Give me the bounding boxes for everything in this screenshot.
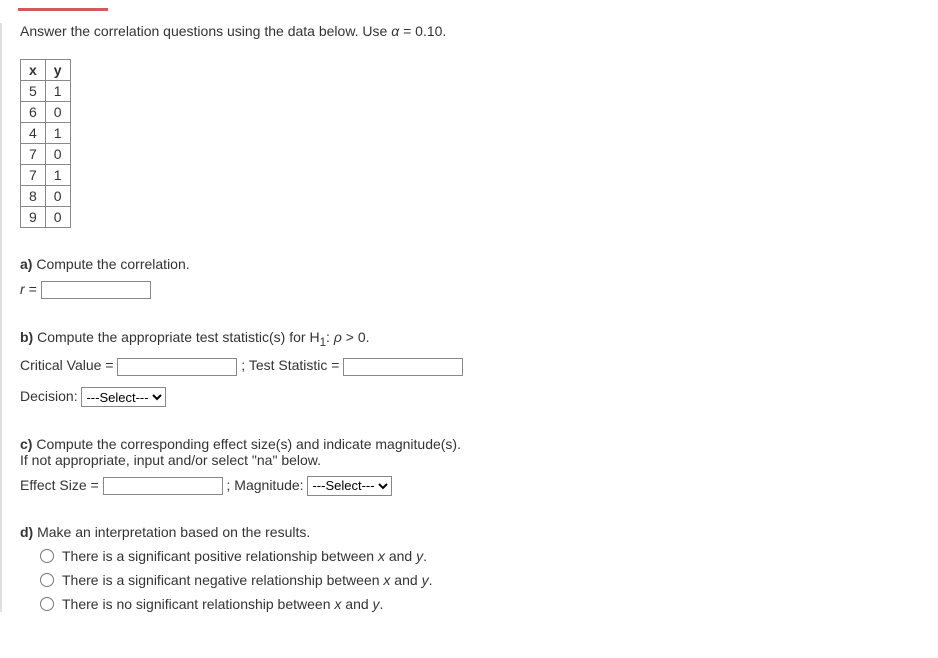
cell-x: 6 <box>21 102 46 123</box>
opt3-pre: There is no significant relationship bet… <box>62 596 334 612</box>
effect-size-label: Effect Size = <box>20 477 103 493</box>
data-table: x y 51 60 41 70 71 80 90 <box>20 59 71 228</box>
opt1-suf: . <box>423 548 427 564</box>
question-intro: Answer the correlation questions using t… <box>20 23 938 39</box>
cell-y: 0 <box>45 102 70 123</box>
opt2-mid: and <box>390 572 421 588</box>
opt2-pre: There is a significant negative relation… <box>62 572 383 588</box>
table-row: 71 <box>21 165 71 186</box>
radio-label-2: There is a significant negative relation… <box>62 572 432 588</box>
opt3-y: y <box>373 596 380 612</box>
radio-input-3[interactable] <box>40 597 54 611</box>
section-c-text: Compute the corresponding effect size(s)… <box>32 436 461 452</box>
cell-y: 1 <box>45 123 70 144</box>
section-b-text-suffix: > 0. <box>342 329 370 345</box>
opt2-y: y <box>422 572 429 588</box>
critical-teststat-line: Critical Value = ; Test Statistic = <box>20 352 938 379</box>
opt3-mid: and <box>341 596 372 612</box>
radio-label-3: There is no significant relationship bet… <box>62 596 383 612</box>
cell-x: 9 <box>21 207 46 228</box>
section-b-text-prefix: Compute the appropriate test statistic(s… <box>33 329 319 345</box>
radio-option-2[interactable]: There is a significant negative relation… <box>40 572 938 588</box>
opt1-x: x <box>378 548 385 564</box>
section-b-colon: : <box>326 329 334 345</box>
opt3-suf: . <box>380 596 384 612</box>
cell-y: 1 <box>45 81 70 102</box>
cell-x: 7 <box>21 144 46 165</box>
table-row: 51 <box>21 81 71 102</box>
radio-label-1: There is a significant positive relation… <box>62 548 427 564</box>
section-c-label: c) <box>20 436 32 452</box>
rho-symbol: ρ <box>334 329 342 345</box>
decision-select[interactable]: ---Select--- <box>81 387 166 407</box>
opt1-mid: and <box>385 548 416 564</box>
col-header-x: x <box>21 60 46 81</box>
test-statistic-input[interactable] <box>343 358 463 376</box>
cell-x: 8 <box>21 186 46 207</box>
radio-option-1[interactable]: There is a significant positive relation… <box>40 548 938 564</box>
cell-x: 5 <box>21 81 46 102</box>
section-a-title: a) Compute the correlation. <box>20 256 938 272</box>
cell-y: 0 <box>45 207 70 228</box>
section-a-text: Compute the correlation. <box>32 256 189 272</box>
section-a: a) Compute the correlation. r = <box>20 256 938 303</box>
magnitude-label: Magnitude: <box>234 477 307 493</box>
r-input[interactable] <box>41 281 151 299</box>
opt1-pre: There is a significant positive relation… <box>62 548 378 564</box>
section-a-label: a) <box>20 256 32 272</box>
effect-size-input[interactable] <box>103 477 223 495</box>
critical-value-input[interactable] <box>117 358 237 376</box>
decision-line: Decision: ---Select--- <box>20 383 938 410</box>
opt2-suf: . <box>429 572 433 588</box>
alpha-symbol: α <box>391 23 399 39</box>
section-c-title: c) Compute the corresponding effect size… <box>20 436 938 452</box>
cell-x: 4 <box>21 123 46 144</box>
cell-y: 0 <box>45 186 70 207</box>
radio-input-1[interactable] <box>40 549 54 563</box>
question-container: Answer the correlation questions using t… <box>0 23 938 612</box>
tab-indicator <box>18 8 108 11</box>
table-row: 41 <box>21 123 71 144</box>
separator: ; <box>241 357 249 373</box>
opt3-x: x <box>334 596 341 612</box>
section-d-text: Make an interpretation based on the resu… <box>33 524 310 540</box>
section-d: d) Make an interpretation based on the r… <box>20 524 938 612</box>
table-row: 70 <box>21 144 71 165</box>
table-row: 90 <box>21 207 71 228</box>
section-d-title: d) Make an interpretation based on the r… <box>20 524 938 540</box>
table-row: 80 <box>21 186 71 207</box>
col-header-y: y <box>45 60 70 81</box>
intro-text: Answer the correlation questions using t… <box>20 23 391 39</box>
section-c: c) Compute the corresponding effect size… <box>20 436 938 499</box>
radio-input-2[interactable] <box>40 573 54 587</box>
section-b: b) Compute the appropriate test statisti… <box>20 329 938 410</box>
radio-option-3[interactable]: There is no significant relationship bet… <box>40 596 938 612</box>
magnitude-select[interactable]: ---Select--- <box>307 476 392 496</box>
alpha-value: = 0.10. <box>399 23 446 39</box>
decision-label: Decision: <box>20 388 81 404</box>
section-d-label: d) <box>20 524 33 540</box>
cell-x: 7 <box>21 165 46 186</box>
critical-value-label: Critical Value = <box>20 357 117 373</box>
r-input-line: r = <box>20 276 938 303</box>
cell-y: 1 <box>45 165 70 186</box>
test-statistic-label: Test Statistic = <box>249 357 344 373</box>
r-label: r = <box>20 281 41 297</box>
table-row: 60 <box>21 102 71 123</box>
section-b-label: b) <box>20 329 33 345</box>
effect-magnitude-line: Effect Size = ; Magnitude: ---Select--- <box>20 472 938 499</box>
section-b-title: b) Compute the appropriate test statisti… <box>20 329 938 349</box>
section-c-note: If not appropriate, input and/or select … <box>20 452 938 468</box>
cell-y: 0 <box>45 144 70 165</box>
